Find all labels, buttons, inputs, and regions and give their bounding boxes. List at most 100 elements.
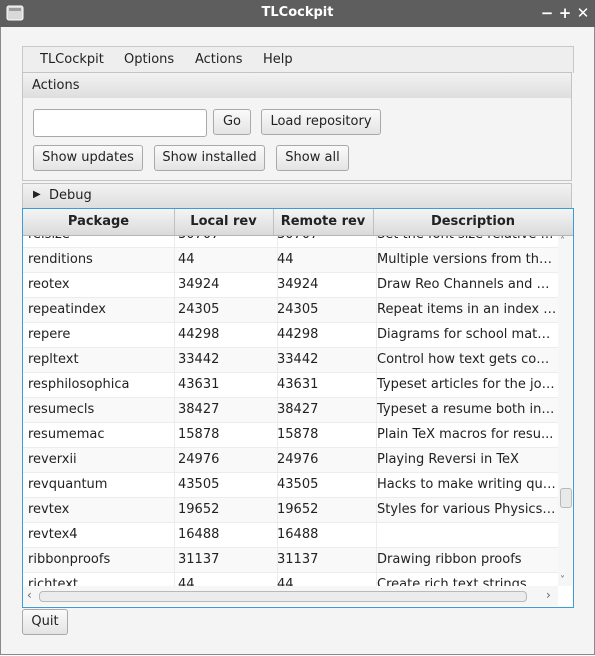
cell-local-rev: 15878 [174,423,278,447]
cell-package: resumecls [28,398,175,422]
go-button[interactable]: Go [213,109,251,135]
search-input[interactable] [33,109,207,137]
scroll-left-icon[interactable]: ‹ [27,588,32,602]
column-header-description[interactable]: Description [373,209,573,235]
scroll-down-icon[interactable]: ˅ [560,575,565,586]
column-header-package[interactable]: Package [23,209,175,235]
menu-options[interactable]: Options [124,52,174,67]
cell-description: Draw Reo Channels and Circ... [377,277,557,292]
table-row[interactable]: revtex4 16488 16488 [23,523,558,548]
cell-remote-rev: 44298 [273,323,377,347]
cell-description: Typeset a resume both in ... [377,402,557,417]
menu-tlcockpit[interactable]: TLCockpit [40,52,104,67]
horizontal-scrollbar[interactable]: ‹ › [23,586,558,606]
table-row[interactable]: reotex 34924 34924 Draw Reo Channels and Ci… [23,273,558,298]
cell-local-rev: 44 [174,573,278,586]
cell-remote-rev: 16488 [273,523,377,547]
cell-description: Create rich text strings. [377,577,531,586]
table-body: relsize3070730707Set the font size relat… [23,236,558,586]
maximize-button[interactable]: + [556,3,574,23]
table-row[interactable]: resphilosophica 43631 43631 Typeset article… [23,373,558,398]
table-row[interactable]: richtext 44 44 Create rich text strings. [23,573,558,586]
table-header: Package Local rev Remote rev Description [23,209,573,236]
menu-actions[interactable]: Actions [195,52,243,67]
table-row[interactable]: relsize3070730707Set the font size relat… [23,236,558,248]
cell-local-rev: 44 [174,248,278,272]
cell-local-rev: 16488 [174,523,278,547]
menubar: TLCockpit Options Actions Help [22,46,574,73]
cell-remote-rev: 19652 [273,498,377,522]
vertical-scrollbar[interactable]: ˄ ˅ [558,236,572,586]
cell-remote-rev: 44 [273,248,377,272]
show-installed-button[interactable]: Show installed [154,145,265,171]
packages-table[interactable]: Package Local rev Remote rev Description… [22,208,574,608]
cell-local-rev: 38427 [174,398,278,422]
cell-remote-rev: 34924 [273,273,377,297]
table-row[interactable]: repeatindex 24305 24305 Repeat items in an … [23,298,558,323]
cell-remote-rev: 38427 [273,398,377,422]
cell-description: Multiple versions from the ... [377,252,557,267]
cell-local-rev: 43631 [174,373,278,397]
cell-package: resumemac [28,423,175,447]
scroll-right-icon[interactable]: › [546,588,551,602]
show-updates-button[interactable]: Show updates [33,145,143,171]
table-rows: relsize3070730707Set the font size relat… [23,236,558,586]
actions-pane-title: Actions [32,78,80,93]
cell-remote-rev: 44 [273,573,377,586]
cell-description: Set the font size relative to... [373,236,557,247]
cell-description: Diagrams for school mathe... [377,327,557,342]
cell-local-rev: 31137 [174,548,278,572]
cell-package: reverxii [28,448,175,472]
table-row[interactable]: repere 44298 44298 Diagrams for school math… [23,323,558,348]
cell-description: Playing Reversi in TeX [377,452,519,467]
cell-package: ribbonproofs [28,548,175,572]
table-row[interactable]: revtex 19652 19652 Styles for various Physi… [23,498,558,523]
column-header-remote-rev[interactable]: Remote rev [273,209,374,235]
table-row[interactable]: renditions 44 44 Multiple versions from the… [23,248,558,273]
cell-local-rev: 33442 [174,348,278,372]
table-row[interactable]: repltext 33442 33442 Control how text gets … [23,348,558,373]
cell-description: Plain TeX macros for resu... [377,427,554,442]
table-row[interactable]: ribbonproofs 31137 31137 Drawing ribbon pro… [23,548,558,573]
cell-local-rev: 44298 [174,323,278,347]
debug-pane-header[interactable]: ▶ Debug [22,183,572,209]
table-row[interactable]: resumemac 15878 15878 Plain TeX macros for … [23,423,558,448]
table-row[interactable]: reverxii 24976 24976 Playing Reversi in TeX [23,448,558,473]
cell-description: Repeat items in an index a... [377,302,557,317]
cell-package: repere [28,323,175,347]
cell-local-rev: 30707 [174,236,278,247]
table-row[interactable]: resumecls 38427 38427 Typeset a resume both… [23,398,558,423]
cell-description: Typeset articles for the jou... [377,377,557,392]
cell-remote-rev: 15878 [273,423,377,447]
menu-help[interactable]: Help [263,52,293,67]
cell-description: Control how text gets copi... [377,352,557,367]
quit-button[interactable]: Quit [22,609,68,635]
cell-local-rev: 43505 [174,473,278,497]
show-all-button[interactable]: Show all [276,145,349,171]
cell-local-rev: 34924 [174,273,278,297]
horizontal-scroll-thumb[interactable] [39,591,527,602]
scroll-up-icon[interactable]: ˄ [560,236,565,247]
cell-remote-rev: 30707 [273,236,377,247]
cell-remote-rev: 24305 [273,298,377,322]
table-row[interactable]: revquantum 43505 43505 Hacks to make writin… [23,473,558,498]
window-title: TLCockpit [261,5,334,20]
expand-arrow-icon: ▶ [33,189,41,200]
cell-package: renditions [28,248,175,272]
minimize-button[interactable]: − [538,3,556,23]
cell-remote-rev: 43631 [273,373,377,397]
cell-package: revtex4 [28,523,175,547]
cell-remote-rev: 31137 [273,548,377,572]
actions-pane-header[interactable]: Actions [22,72,572,99]
column-header-local-rev[interactable]: Local rev [174,209,274,235]
close-button[interactable]: ✕ [574,3,592,23]
cell-local-rev: 24976 [174,448,278,472]
load-repository-button[interactable]: Load repository [261,109,381,135]
cell-package: relsize [28,236,175,247]
cell-remote-rev: 43505 [273,473,377,497]
cell-package: revtex [28,498,175,522]
cell-remote-rev: 33442 [273,348,377,372]
cell-description: Hacks to make writing qua... [377,477,557,492]
vertical-scroll-thumb[interactable] [560,488,572,508]
window-titlebar: TLCockpit − + ✕ [0,0,595,27]
